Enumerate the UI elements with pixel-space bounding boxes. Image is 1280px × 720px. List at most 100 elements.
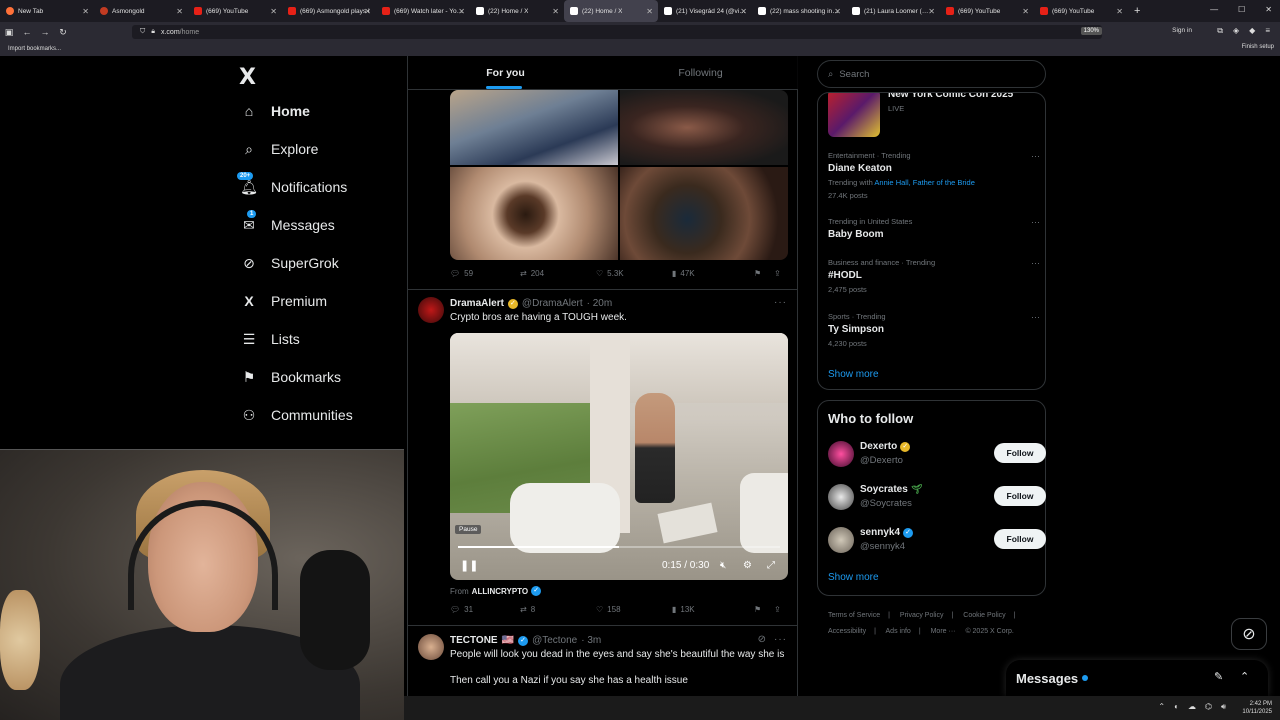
trend-item[interactable]: Trending in United States Baby Boom ··· [828,217,1040,240]
follow-button[interactable]: Follow [994,529,1046,549]
minimize-icon[interactable]: — [1210,5,1218,14]
fullscreen-icon[interactable]: ⤢ [767,560,775,571]
post-image[interactable] [450,90,618,165]
close-icon[interactable]: ✕ [928,7,935,16]
post-image[interactable] [620,167,788,260]
browser-tab[interactable]: (21) Visegrád 24 (@vise ✕ [658,0,752,22]
finish-setup-link[interactable]: Finish setup [1242,44,1274,50]
follow-suggestion[interactable]: sennyk4 ✓ @sennyk4 Follow [828,527,1046,557]
author-name[interactable]: TECTONE [450,635,498,646]
network-icon[interactable]: ⌬ [1205,702,1212,712]
extension-icon[interactable]: ⧉ [1217,26,1223,36]
video-progress-bar[interactable] [458,546,780,548]
more-options-icon[interactable]: ··· [1031,151,1040,161]
browser-tab[interactable]: (22) Home / X ✕ [470,0,564,22]
repost-button[interactable]: ⇄ 204 [520,269,596,278]
browser-tab[interactable]: (21) Laura Loomer (@Lau ✕ [846,0,940,22]
browser-tab[interactable]: (669) Asmongold plays I ✕ [282,0,376,22]
post-media-grid[interactable] [450,90,788,260]
close-icon[interactable]: ✕ [552,7,559,16]
more-options-icon[interactable]: ··· [1031,258,1040,268]
footer-link[interactable]: Ads info [886,628,911,635]
expand-icon[interactable]: ⌃ [1240,670,1249,683]
repost-button[interactable]: ⇄ 8 [520,605,596,614]
footer-link[interactable]: More ··· [931,628,956,635]
follow-button[interactable]: Follow [994,486,1046,506]
bookmark-icon[interactable]: ⚑ [754,269,774,278]
chevron-up-icon[interactable]: ⌃ [1158,702,1165,712]
avatar[interactable] [828,441,854,467]
browser-tab[interactable]: (669) YouTube ✕ [940,0,1034,22]
browser-tab[interactable]: (669) YouTube ✕ [188,0,282,22]
author-name[interactable]: DramaAlert [450,298,504,309]
sidebar-item-lists[interactable]: ☰ Lists [241,331,300,348]
follow-suggestion[interactable]: Dexerto ✓ @Dexerto Follow [828,441,1046,471]
follow-button[interactable]: Follow [994,443,1046,463]
sign-in-button[interactable]: Sign in [1172,27,1192,34]
avatar[interactable] [418,297,444,323]
x-logo[interactable]: X [239,65,256,90]
post-time[interactable]: · 3m [581,635,601,646]
browser-tab[interactable]: (669) Watch later - YouT ✕ [376,0,470,22]
sidebar-item-supergrok[interactable]: ⊘ SuperGrok [241,255,339,272]
post-time[interactable]: · 20m [587,298,613,309]
reply-button[interactable]: 💬︎ 31 [450,605,520,614]
close-icon[interactable]: ✕ [1116,7,1123,16]
volume-icon[interactable]: 🔊︎ [1221,702,1226,712]
live-event[interactable]: New York Comic Con 2025 LIVE [828,93,1013,137]
clock[interactable]: 2:42 PM 10/11/2025 [1242,700,1272,716]
url-bar[interactable]: ⛉ 🔒︎ x.com/home [132,25,1102,39]
browser-tab[interactable]: (22) mass shooting in La ✕ [752,0,846,22]
sidebar-item-bookmarks[interactable]: ⚑ Bookmarks [241,369,341,386]
footer-link[interactable]: Cookie Policy [963,612,1005,619]
more-options-icon[interactable]: ··· [1031,312,1040,322]
sidebar-item-notifications[interactable]: 🔔︎ 20+ Notifications [237,172,347,195]
footer-link[interactable]: Accessibility [828,628,866,635]
window-close-icon[interactable]: ✕ [1265,5,1272,14]
avatar[interactable] [418,634,444,660]
sidebar-item-messages[interactable]: ✉ 1 Messages [241,210,335,233]
extension-icon[interactable]: ◆ [1249,26,1255,36]
settings-icon[interactable]: ⚙ [743,560,752,571]
tab-following[interactable]: Following [603,56,798,89]
source-name[interactable]: ALLINCRYPTO [472,587,528,596]
import-bookmarks-link[interactable]: Import bookmarks... [8,46,61,52]
close-icon[interactable]: ✕ [834,7,841,16]
close-icon[interactable]: ✕ [176,7,183,16]
menu-icon[interactable]: ≡ [1265,26,1270,36]
maximize-icon[interactable]: ☐ [1238,5,1245,14]
author-handle[interactable]: @Tectone [532,635,577,646]
trend-item[interactable]: Business and finance · Trending #HODL 2,… [828,258,1040,294]
browser-tab-active[interactable]: (22) Home / X ✕ [564,0,658,22]
sidebar-item-explore[interactable]: ⌕ Explore [241,141,318,158]
like-button[interactable]: ♡ 5.3K [596,269,672,278]
mute-icon[interactable]: 🔇︎ [720,560,726,571]
grok-icon[interactable]: ⊘ [758,634,767,645]
like-button[interactable]: ♡ 158 [596,605,672,614]
show-more-link[interactable]: Show more [828,572,879,583]
browser-tab[interactable]: (669) YouTube ✕ [1034,0,1128,22]
new-tab-icon[interactable]: + [1134,5,1140,17]
bookmark-icon[interactable]: ⚑ [754,605,774,614]
post-image[interactable] [450,167,618,260]
trend-item[interactable]: Entertainment · Trending Diane Keaton Tr… [828,151,1040,200]
sidebar-item-communities[interactable]: ⚇ Communities [241,407,353,424]
sidebar-item-home[interactable]: ⌂ Home [241,103,310,119]
extension-icon[interactable]: ◈ [1233,26,1239,36]
show-more-link[interactable]: Show more [828,369,879,380]
footer-link[interactable]: Privacy Policy [900,612,944,619]
close-icon[interactable]: ✕ [646,7,653,16]
browser-tab[interactable]: Asmongold ✕ [94,0,188,22]
compose-message-icon[interactable]: ✎ [1214,670,1223,683]
back-icon[interactable]: ← [18,27,36,37]
cloud-icon[interactable]: ☁ [1188,702,1196,712]
sidebar-toggle-icon[interactable]: ▣ [0,27,18,38]
forward-icon[interactable]: → [36,27,54,37]
reload-icon[interactable]: ↻ [54,27,72,38]
pause-icon[interactable]: ❚❚ [460,559,478,572]
more-options-icon[interactable]: ··· [774,297,787,308]
share-icon[interactable]: ⇪ [774,605,781,614]
post-image[interactable] [620,90,788,165]
avatar[interactable] [828,527,854,553]
sidebar-item-premium[interactable]: X Premium [241,293,327,309]
